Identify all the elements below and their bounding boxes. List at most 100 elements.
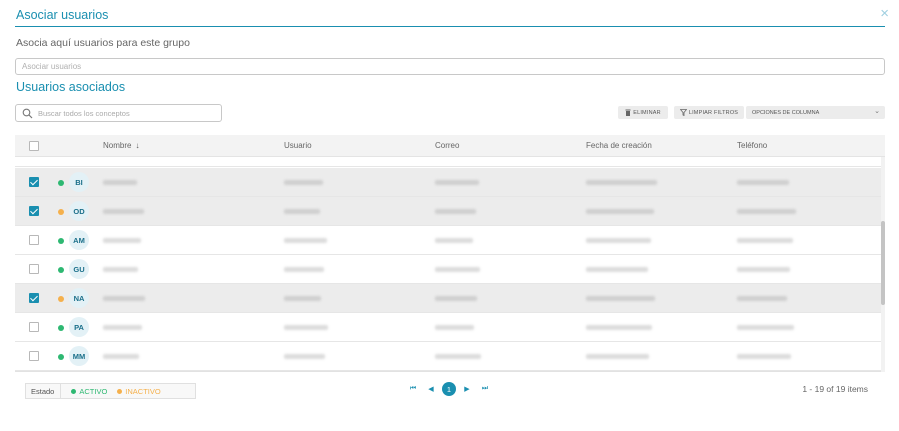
dialog-title: Asociar usuarios [16, 8, 109, 22]
column-header-usuario[interactable]: Usuario [284, 141, 312, 150]
row-checkbox[interactable] [29, 322, 39, 332]
sort-descending-icon: ↓ [135, 141, 140, 150]
redacted-cell [586, 238, 651, 243]
chevron-down-icon: ⌄ [874, 108, 880, 115]
select-all-checkbox[interactable] [29, 141, 39, 151]
redacted-cell [103, 325, 142, 330]
delete-button-label: ELIMINAR [633, 109, 661, 116]
avatar: MM [69, 346, 89, 366]
redacted-cell [435, 325, 474, 330]
active-status-dot-icon [58, 238, 64, 244]
redacted-cell [435, 180, 479, 185]
delete-button[interactable]: ELIMINAR [618, 106, 668, 119]
redacted-cell [737, 267, 790, 272]
redacted-cell [586, 209, 654, 214]
current-page-button[interactable]: 1 [442, 382, 456, 396]
legend-label: Estado [26, 384, 62, 398]
filter-icon [679, 109, 687, 116]
column-options-select[interactable]: OPCIONES DE COLUMNA ⌄ [746, 106, 885, 119]
prev-page-icon[interactable]: ◀ [422, 385, 440, 393]
row-checkbox[interactable] [29, 235, 39, 245]
column-header-nombre[interactable]: Nombre ↓ [103, 141, 139, 150]
redacted-cell [586, 296, 655, 301]
table-row[interactable]: OD [15, 197, 881, 226]
table-row[interactable]: NA [15, 284, 881, 313]
table-row-partial [15, 157, 881, 167]
active-status-dot-icon [58, 267, 64, 273]
redacted-cell [284, 296, 321, 301]
inactive-status-dot-icon [58, 209, 64, 215]
row-checkbox[interactable] [29, 351, 39, 361]
row-checkbox[interactable] [29, 293, 39, 303]
dialog-subtitle: Asocia aquí usuarios para este grupo [16, 37, 190, 49]
avatar: GU [69, 259, 89, 279]
redacted-cell [737, 325, 794, 330]
redacted-cell [737, 238, 793, 243]
redacted-cell [284, 325, 328, 330]
search-input[interactable] [38, 107, 218, 119]
column-header-fecha[interactable]: Fecha de creación [586, 141, 652, 150]
search-icon [22, 108, 33, 119]
redacted-cell [103, 267, 138, 272]
column-options-label: OPCIONES DE COLUMNA [752, 109, 820, 116]
row-checkbox[interactable] [29, 264, 39, 274]
redacted-cell [103, 209, 144, 214]
avatar: PA [69, 317, 89, 337]
redacted-cell [284, 238, 327, 243]
redacted-cell [737, 209, 796, 214]
last-page-icon[interactable]: ⏭ [476, 385, 494, 393]
inactive-dot-icon [117, 388, 123, 394]
users-grid: Nombre ↓ Usuario Correo Fecha de creación… [15, 135, 885, 372]
column-header-telefono[interactable]: Teléfono [737, 141, 767, 150]
legend-inactive-label: INACTIVO [125, 386, 161, 396]
title-divider [15, 26, 885, 27]
legend-active-label: ACTIVO [79, 386, 108, 396]
scrollbar[interactable] [881, 157, 885, 372]
avatar: AM [69, 230, 89, 250]
clear-filters-button[interactable]: LIMPIAR FILTROS [674, 106, 744, 119]
close-icon[interactable]: × [880, 6, 889, 22]
first-page-icon[interactable]: ⏮ [404, 385, 422, 393]
active-dot-icon [71, 388, 77, 394]
redacted-cell [103, 296, 145, 301]
associate-users-input[interactable] [15, 58, 885, 75]
redacted-cell [103, 354, 139, 359]
avatar: BI [69, 172, 89, 192]
avatar: OD [69, 201, 89, 221]
column-header-nombre-label: Nombre [103, 141, 132, 150]
table-row[interactable]: GU [15, 255, 881, 284]
section-title: Usuarios asociados [16, 80, 126, 94]
active-status-dot-icon [58, 354, 64, 360]
redacted-cell [284, 209, 320, 214]
redacted-cell [737, 354, 791, 359]
scrollbar-thumb[interactable] [881, 221, 885, 305]
next-page-icon[interactable]: ▶ [458, 385, 476, 393]
redacted-cell [435, 296, 477, 301]
redacted-cell [284, 180, 323, 185]
row-checkbox[interactable] [29, 177, 39, 187]
grid-header: Nombre ↓ Usuario Correo Fecha de creación… [15, 135, 885, 157]
search-box [15, 104, 222, 122]
redacted-cell [435, 238, 473, 243]
pagination: ⏮ ◀ 1 ▶ ⏭ [404, 381, 494, 397]
redacted-cell [586, 180, 657, 185]
legend-inactive: INACTIVO [117, 386, 161, 396]
redacted-cell [737, 180, 789, 185]
table-row[interactable]: BI [15, 168, 881, 197]
redacted-cell [435, 267, 480, 272]
redacted-cell [586, 267, 648, 272]
redacted-cell [103, 238, 141, 243]
table-row[interactable]: PA [15, 313, 881, 342]
redacted-cell [103, 180, 137, 185]
table-row[interactable]: AM [15, 226, 881, 255]
redacted-cell [284, 354, 325, 359]
row-checkbox[interactable] [29, 206, 39, 216]
redacted-cell [737, 296, 787, 301]
table-row[interactable]: MM [15, 342, 881, 371]
items-count: 1 - 19 of 19 items [802, 384, 868, 394]
column-header-correo[interactable]: Correo [435, 141, 459, 150]
redacted-cell [435, 209, 476, 214]
trash-icon [625, 109, 631, 116]
redacted-cell [284, 267, 324, 272]
redacted-cell [435, 354, 481, 359]
